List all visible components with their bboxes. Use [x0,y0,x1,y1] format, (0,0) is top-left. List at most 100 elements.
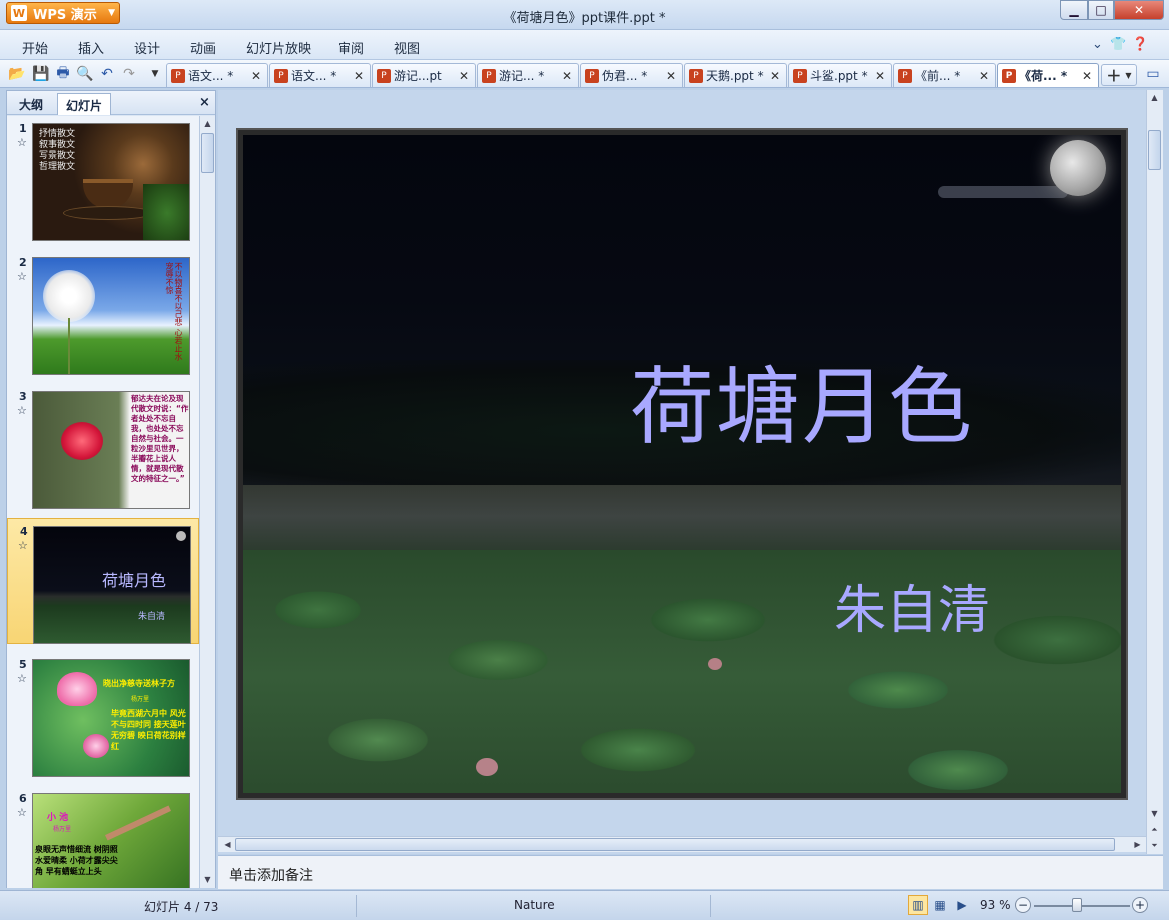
skin-icon[interactable]: 👕 [1110,37,1126,52]
close-panel-icon[interactable]: × [199,95,210,110]
close-tab-icon[interactable]: ✕ [251,69,261,83]
thumbnail-scrollbar[interactable]: ▲ ▼ [199,116,215,888]
undo-icon[interactable]: ↶ [98,65,116,83]
close-tab-icon[interactable]: ✕ [1082,69,1092,83]
editor-vertical-scrollbar[interactable]: ▲ ▼ ⏶ ⏷ [1146,90,1163,854]
maximize-button[interactable]: □ [1088,0,1114,20]
thumbnail-slide-2[interactable]: 2 ☆ 不以物喜不以己悲 心若止水 宠辱不惊 [7,250,199,376]
thumb-author: 杨万里 [131,696,150,703]
thumb-subtitle: 朱自清 [138,612,166,622]
slides-panel: 大纲 幻灯片 × 1 ☆ 抒情散文 叙事散文 写景散文 哲理散文 2 ☆ 不以物… [6,90,216,888]
open-folder-icon[interactable]: 📂 [8,65,26,83]
customize-toolbar-icon[interactable]: ▼ [146,65,164,83]
menu-animation[interactable]: 动画 [190,38,216,57]
menu-insert[interactable]: 插入 [78,38,104,57]
slideshow-icon[interactable]: ▶ [952,895,972,915]
chevron-down-icon[interactable]: ⌄ [1092,37,1103,52]
plant-shape [143,184,189,240]
new-tab-button[interactable]: ＋ ▼ [1101,64,1137,86]
close-tab-icon[interactable]: ✕ [459,69,469,83]
slide-sorter-icon[interactable]: ▦ [930,895,950,915]
tab-outline[interactable]: 大纲 [11,93,51,115]
tab-label: 语文... * [291,69,337,83]
redo-icon[interactable]: ↷ [120,65,138,83]
zoom-slider-track[interactable] [1034,905,1130,907]
thumbnail-slide-6[interactable]: 6 ☆ 小 池 杨万里 泉眼无声惜细流 树阴照水爱晴柔 小荷才露尖尖角 早有蜻蜓… [7,786,199,888]
doc-tab[interactable]: P 语文... * ✕ [269,63,371,87]
close-window-button[interactable]: ✕ [1114,0,1164,20]
tab-slides[interactable]: 幻灯片 [57,93,112,115]
close-tab-icon[interactable]: ✕ [979,69,989,83]
thumb-text: 毕竟西湖六月中 风光不与四时同 接天莲叶无穷碧 映日荷花别样红 [111,709,186,751]
notes-pane[interactable]: 单击添加备注 [218,855,1163,889]
minimize-button[interactable]: ▁ [1060,0,1088,20]
next-slide-icon[interactable]: ⏷ [1147,838,1162,853]
menu-bar: 开始 插入 设计 动画 幻灯片放映 审阅 视图 ⌄ 👕 ❓ [0,30,1169,60]
normal-view-icon[interactable]: ▥ [908,895,928,915]
divider [356,895,357,917]
menu-review[interactable]: 审阅 [338,38,364,57]
thumbnail-slide-5[interactable]: 5 ☆ 晓出净慈寺送林子方 杨万里 毕竟西湖六月中 风光不与四时同 接天莲叶无穷… [7,652,199,778]
doc-tab[interactable]: P 语文... * ✕ [166,63,268,87]
scroll-right-icon[interactable]: ▶ [1130,837,1145,852]
scroll-up-icon[interactable]: ▲ [1147,90,1162,105]
scrollbar-thumb[interactable] [235,838,1115,851]
close-tab-icon[interactable]: ✕ [875,69,885,83]
print-icon[interactable]: 🖶 [54,65,72,83]
scroll-up-icon[interactable]: ▲ [200,116,215,131]
ppt-file-icon: P [585,68,599,83]
divider [710,895,711,917]
zoom-slider-knob[interactable] [1072,898,1082,912]
thumb-text: 抒情散文 叙事散文 写景散文 哲理散文 [39,129,76,172]
thumb-image: 荷塘月色 朱自清 [33,526,191,644]
thumbnail-slide-1[interactable]: 1 ☆ 抒情散文 叙事散文 写景散文 哲理散文 [7,116,199,242]
editor-horizontal-scrollbar[interactable]: ◀ ▶ [218,836,1146,852]
doc-tab[interactable]: P 游记...pt ✕ [372,63,476,87]
close-tab-icon[interactable]: ✕ [354,69,364,83]
menu-home[interactable]: 开始 [22,38,48,57]
zoom-out-icon[interactable]: − [1015,897,1031,913]
doc-tab[interactable]: P 斗鲨.ppt * ✕ [788,63,892,87]
lotus-shape [83,734,109,758]
menu-design[interactable]: 设计 [134,38,160,57]
close-tab-icon[interactable]: ✕ [770,69,780,83]
slide-editor: 荷塘月色 朱自清 ▲ ▼ ⏶ ⏷ ◀ ▶ [218,90,1163,854]
doc-tab[interactable]: P 天鹅.ppt * ✕ [684,63,787,87]
saucer-shape [63,206,153,220]
tab-label: 游记... * [499,69,545,83]
ppt-file-icon: P [898,68,912,83]
menu-slideshow[interactable]: 幻灯片放映 [246,38,311,57]
ppt-file-icon: P [274,68,288,83]
slide-frame [238,130,1126,798]
zoom-in-icon[interactable]: + [1132,897,1148,913]
ppt-file-icon: P [377,68,391,83]
help-icon[interactable]: ❓ [1132,37,1148,52]
toolbar: 📂 💾 🖶 🔍 ↶ ↷ ▼ P 语文... * ✕ P 语文... * ✕ P … [0,60,1169,88]
thumbnail-slide-4[interactable]: 4 ☆ 荷塘月色 朱自清 [7,518,199,644]
save-icon[interactable]: 💾 [32,65,50,83]
menu-view[interactable]: 视图 [394,38,420,57]
print-preview-icon[interactable]: 🔍 [76,65,94,83]
previous-slide-icon[interactable]: ⏶ [1147,822,1162,837]
doc-tab[interactable]: P 《前... * ✕ [893,63,996,87]
scroll-left-icon[interactable]: ◀ [220,837,235,852]
animation-star-icon: ☆ [17,270,27,283]
scroll-down-icon[interactable]: ▼ [1147,806,1162,821]
doc-tab[interactable]: P 游记... * ✕ [477,63,579,87]
doc-tab-active[interactable]: P 《荷... * ✕ [997,63,1099,87]
close-tab-icon[interactable]: ✕ [666,69,676,83]
tab-label: 天鹅.ppt * [706,69,764,83]
tab-list-icon[interactable]: ▭ [1144,65,1162,83]
slide-position: 幻灯片 4 / 73 [144,900,219,914]
thumb-number: 6 [19,792,27,805]
scrollbar-thumb[interactable] [201,133,214,173]
tab-label: 斗鲨.ppt * [810,69,868,83]
theme-name: Nature [514,898,555,912]
current-slide[interactable]: 荷塘月色 朱自清 [236,128,1128,800]
doc-tab[interactable]: P 伪君... * ✕ [580,63,683,87]
thumbnail-slide-3[interactable]: 3 ☆ 郁达夫在论及现代散文时说：“作者处处不忘自我，也处处不忘自然与社会。一粒… [7,384,199,510]
scroll-down-icon[interactable]: ▼ [200,872,215,887]
close-tab-icon[interactable]: ✕ [562,69,572,83]
scrollbar-thumb[interactable] [1148,130,1161,170]
thumb-author: 杨万里 [53,826,72,833]
